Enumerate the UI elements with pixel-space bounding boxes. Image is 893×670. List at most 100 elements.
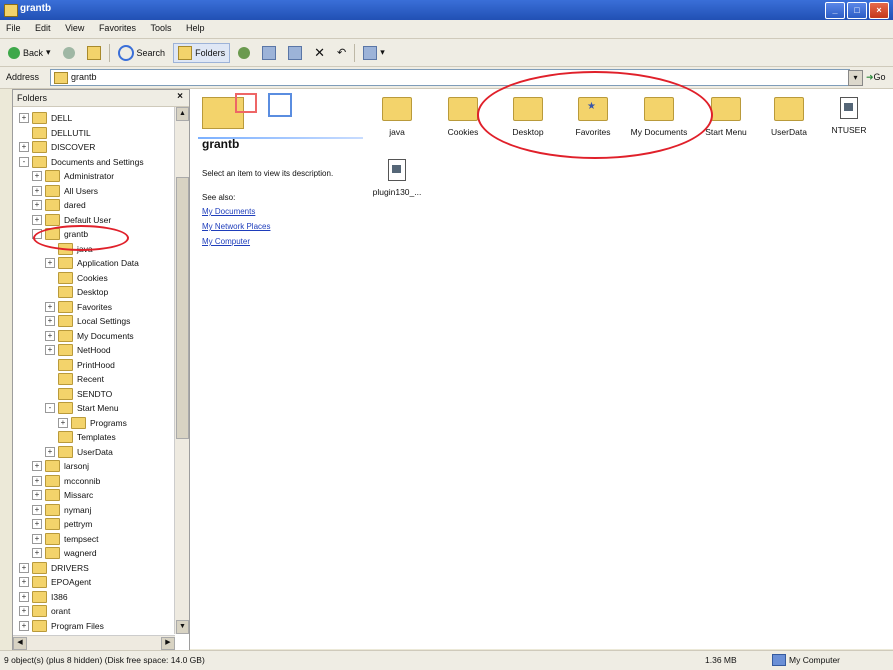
up-button[interactable]	[83, 44, 105, 62]
tree-item[interactable]: + All Users	[32, 184, 98, 198]
expand-icon[interactable]: +	[45, 446, 55, 457]
expand-icon[interactable]: +	[45, 301, 55, 312]
views-button[interactable]: ▾	[359, 44, 389, 62]
copy-to-button[interactable]	[284, 44, 306, 62]
menu-view[interactable]: View	[59, 20, 90, 36]
tree-item[interactable]: + I386	[19, 590, 68, 604]
back-button[interactable]: Back ▾	[4, 45, 55, 61]
tree-item[interactable]: + Program Files	[19, 619, 104, 633]
menu-edit[interactable]: Edit	[29, 20, 57, 36]
link-my-computer[interactable]: My Computer	[202, 237, 250, 246]
address-dropdown-button[interactable]: ▾	[848, 70, 863, 86]
expand-icon[interactable]: +	[32, 504, 42, 515]
tree-item[interactable]: + dared	[32, 198, 86, 212]
scroll-right-button[interactable]: ▶	[161, 637, 175, 650]
expand-icon[interactable]: +	[32, 461, 42, 471]
tree-item[interactable]: + Missarc	[32, 488, 93, 502]
delete-button[interactable]: ✕	[310, 43, 329, 63]
collapse-icon[interactable]: -	[45, 403, 55, 413]
expand-icon[interactable]: +	[19, 591, 29, 602]
close-pane-icon[interactable]: ×	[177, 91, 183, 102]
expand-icon[interactable]: +	[32, 214, 42, 225]
tree-item[interactable]: - Documents and Settings	[19, 155, 144, 169]
expand-icon[interactable]: +	[45, 330, 55, 341]
minimize-button[interactable]: _	[825, 2, 845, 19]
tree-item[interactable]: - Start Menu	[45, 401, 119, 415]
horizontal-scrollbar[interactable]: ◀ ▶	[13, 635, 175, 650]
tree-item[interactable]: Templates	[45, 430, 116, 444]
tree-item[interactable]: + DELL	[19, 111, 72, 125]
menu-favorites[interactable]: Favorites	[93, 20, 142, 36]
expand-icon[interactable]: +	[58, 417, 68, 428]
folder-icon	[58, 402, 73, 414]
tree-item[interactable]: Desktop	[45, 285, 108, 299]
go-button[interactable]: ➜Go	[866, 72, 886, 83]
tree-item[interactable]: Cookies	[45, 271, 108, 285]
tree-item[interactable]: + Local Settings	[45, 314, 130, 328]
scroll-down-button[interactable]: ▼	[176, 620, 189, 634]
history-button[interactable]	[234, 45, 254, 61]
tree-item[interactable]: + tempsect	[32, 532, 99, 546]
folder-item-java[interactable]: java	[364, 97, 430, 137]
tree-item[interactable]: + mcconnib	[32, 474, 100, 488]
menu-help[interactable]: Help	[180, 20, 211, 36]
tree-item[interactable]: + Favorites	[45, 300, 112, 314]
folder-item-userdata[interactable]: UserData	[756, 97, 822, 137]
expand-icon[interactable]: +	[32, 548, 42, 558]
tree-item[interactable]: + orant	[19, 604, 70, 618]
expand-icon[interactable]: +	[19, 606, 29, 616]
scroll-left-button[interactable]: ◀	[13, 637, 27, 650]
file-item-ntuser[interactable]: NTUSER	[816, 97, 882, 135]
link-my-network-places[interactable]: My Network Places	[202, 222, 270, 231]
expand-icon[interactable]: +	[45, 316, 55, 326]
expand-icon[interactable]: +	[32, 475, 42, 486]
expand-icon[interactable]: +	[32, 185, 42, 196]
expand-icon[interactable]: +	[32, 533, 42, 544]
tree-item[interactable]: + Application Data	[45, 256, 139, 270]
scroll-thumb[interactable]	[176, 177, 189, 439]
tree-item[interactable]: + Administrator	[32, 169, 114, 183]
tree-item[interactable]: + UserData	[45, 445, 113, 459]
expand-icon[interactable]: +	[32, 200, 42, 210]
expand-icon[interactable]: +	[45, 258, 55, 268]
expand-icon[interactable]: +	[19, 577, 29, 587]
tree-item[interactable]: + nymanj	[32, 503, 91, 517]
tree-item[interactable]: Recent	[45, 372, 104, 386]
tree-item[interactable]: + wagnerd	[32, 546, 97, 560]
tree-item[interactable]: SENDTO	[45, 387, 112, 401]
title-bar[interactable]: grantb _ □ ×	[0, 0, 893, 20]
expand-icon[interactable]: +	[32, 519, 42, 529]
tree-item[interactable]: DELLUTIL	[19, 126, 91, 140]
undo-button[interactable]: ↶	[333, 44, 350, 61]
expand-icon[interactable]: +	[19, 620, 29, 631]
tree-item[interactable]: + DRIVERS	[19, 561, 89, 575]
scroll-up-button[interactable]: ▲	[176, 107, 189, 121]
tree-item[interactable]: + EPOAgent	[19, 575, 91, 589]
link-my-documents[interactable]: My Documents	[202, 207, 255, 216]
close-button[interactable]: ×	[869, 2, 889, 19]
file-item-plugin[interactable]: plugin130_...	[364, 159, 430, 197]
menu-tools[interactable]: Tools	[144, 20, 177, 36]
expand-icon[interactable]: +	[32, 171, 42, 181]
maximize-button[interactable]: □	[847, 2, 867, 19]
forward-button[interactable]	[59, 45, 79, 61]
expand-icon[interactable]: +	[19, 562, 29, 573]
tree-item[interactable]: PrintHood	[45, 358, 115, 372]
menu-file[interactable]: File	[0, 20, 27, 36]
move-to-button[interactable]	[258, 44, 280, 62]
tree-item[interactable]: + pettrym	[32, 517, 92, 531]
vertical-scrollbar[interactable]: ▲ ▼	[174, 107, 189, 634]
expand-icon[interactable]: +	[32, 490, 42, 500]
tree-item[interactable]: + Programs	[58, 416, 127, 430]
search-button[interactable]: Search	[114, 43, 170, 63]
folders-button[interactable]: Folders	[173, 42, 231, 63]
expand-icon[interactable]: +	[19, 113, 29, 123]
address-input[interactable]: grantb	[50, 69, 850, 86]
tree-item[interactable]: + NetHood	[45, 343, 111, 357]
tree-item[interactable]: + My Documents	[45, 329, 134, 343]
tree-item[interactable]: + DISCOVER	[19, 140, 95, 154]
collapse-icon[interactable]: -	[19, 156, 29, 167]
expand-icon[interactable]: +	[45, 345, 55, 355]
tree-item[interactable]: + larsonj	[32, 459, 89, 473]
expand-icon[interactable]: +	[19, 142, 29, 152]
